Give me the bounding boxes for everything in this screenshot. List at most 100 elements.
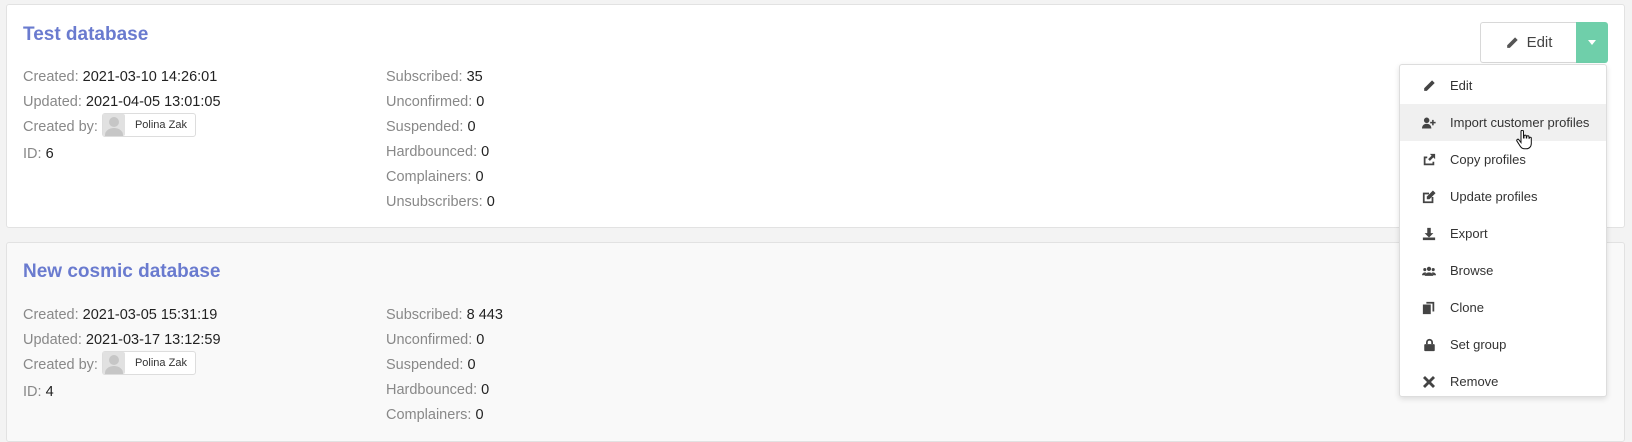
id-value: 4: [45, 384, 54, 400]
edit-square-icon: [1422, 189, 1436, 204]
edit-button[interactable]: Edit: [1480, 22, 1576, 63]
complainers-row: Complainers: 0: [386, 165, 495, 190]
suspended-row: Suspended: 0: [386, 115, 495, 140]
menu-item-clone[interactable]: Clone: [1400, 289, 1606, 326]
stats-column: Subscribed: 35 Unconfirmed: 0 Suspended:…: [386, 65, 495, 215]
menu-item-export[interactable]: Export: [1400, 215, 1606, 252]
menu-item-label: Browse: [1450, 263, 1494, 278]
database-card: New cosmic database Created: 2021-03-05 …: [6, 242, 1625, 442]
actions-dropdown-menu: Edit Import customer profiles Copy profi…: [1399, 64, 1607, 397]
menu-item-label: Export: [1450, 226, 1488, 241]
created-row: Created: 2021-03-05 15:31:19: [23, 303, 221, 328]
stats-column: Subscribed: 8 443 Unconfirmed: 0 Suspend…: [386, 303, 503, 428]
suspended-row: Suspended: 0: [386, 353, 503, 378]
id-label: ID:: [23, 384, 42, 400]
avatar: [102, 352, 125, 375]
created-by-label: Created by:: [23, 119, 98, 135]
user-plus-icon: [1422, 116, 1436, 130]
user-chip[interactable]: Polina Zak: [101, 113, 196, 138]
hardbounced-row: Hardbounced: 0: [386, 378, 503, 403]
unconfirmed-value: 0: [476, 332, 485, 348]
database-title[interactable]: New cosmic database: [23, 261, 220, 283]
dropdown-toggle-button[interactable]: [1576, 22, 1608, 63]
created-value: 2021-03-05 15:31:19: [82, 307, 218, 323]
id-label: ID:: [23, 146, 42, 162]
user-chip[interactable]: Polina Zak: [101, 351, 196, 376]
menu-item-set-group[interactable]: Set group: [1400, 326, 1606, 363]
created-row: Created: 2021-03-10 14:26:01: [23, 65, 221, 90]
avatar: [102, 114, 125, 137]
menu-item-remove[interactable]: Remove: [1400, 363, 1606, 400]
share-icon: [1422, 153, 1436, 167]
hardbounced-row: Hardbounced: 0: [386, 140, 495, 165]
subscribed-label: Subscribed:: [386, 307, 463, 323]
caret-down-icon: [1588, 40, 1596, 45]
copy-icon: [1422, 301, 1436, 315]
created-value: 2021-03-10 14:26:01: [82, 69, 218, 85]
unconfirmed-row: Unconfirmed: 0: [386, 328, 503, 353]
updated-row: Updated: 2021-04-05 13:01:05: [23, 90, 221, 115]
created-by-label: Created by:: [23, 357, 98, 373]
unsubscribers-label: Unsubscribers:: [386, 194, 483, 210]
complainers-label: Complainers:: [386, 169, 472, 185]
menu-item-label: Clone: [1450, 300, 1484, 315]
download-icon: [1422, 227, 1436, 241]
meta-column: Created: 2021-03-10 14:26:01 Updated: 20…: [23, 65, 221, 167]
created-by-row: Created by: Polina Zak: [23, 351, 221, 378]
updated-row: Updated: 2021-03-17 13:12:59: [23, 328, 221, 353]
menu-item-copy-profiles[interactable]: Copy profiles: [1400, 141, 1606, 178]
suspended-value: 0: [467, 119, 476, 135]
id-row: ID: 4: [23, 380, 221, 405]
created-by-row: Created by: Polina Zak: [23, 113, 221, 140]
times-icon: [1422, 375, 1436, 389]
edit-button-group: Edit: [1480, 22, 1608, 63]
unconfirmed-label: Unconfirmed:: [386, 94, 473, 110]
menu-item-label: Remove: [1450, 374, 1499, 389]
subscribed-label: Subscribed:: [386, 69, 463, 85]
menu-item-label: Set group: [1450, 337, 1507, 352]
pencil-icon: [1506, 36, 1518, 48]
hardbounced-label: Hardbounced:: [386, 382, 478, 398]
suspended-label: Suspended:: [386, 357, 464, 373]
subscribed-row: Subscribed: 35: [386, 65, 495, 90]
unconfirmed-row: Unconfirmed: 0: [386, 90, 495, 115]
edit-button-label: Edit: [1526, 34, 1553, 51]
menu-item-label: Edit: [1450, 78, 1473, 93]
updated-label: Updated:: [23, 94, 82, 110]
database-title[interactable]: Test database: [23, 24, 148, 46]
id-value: 6: [45, 146, 54, 162]
meta-column: Created: 2021-03-05 15:31:19 Updated: 20…: [23, 303, 221, 405]
lock-icon: [1422, 338, 1436, 352]
subscribed-value: 8 443: [466, 307, 503, 323]
complainers-label: Complainers:: [386, 407, 472, 423]
unconfirmed-value: 0: [476, 94, 485, 110]
updated-value: 2021-03-17 13:12:59: [85, 332, 221, 348]
menu-item-browse[interactable]: Browse: [1400, 252, 1606, 289]
pencil-icon: [1422, 79, 1436, 93]
menu-item-edit[interactable]: Edit: [1400, 67, 1606, 104]
menu-item-import-customer-profiles[interactable]: Import customer profiles: [1400, 104, 1606, 141]
created-label: Created:: [23, 307, 79, 323]
suspended-label: Suspended:: [386, 119, 464, 135]
unsubscribers-row: Unsubscribers: 0: [386, 190, 495, 215]
updated-value: 2021-04-05 13:01:05: [85, 94, 221, 110]
hand-pointer-cursor-icon: [1516, 130, 1532, 150]
hardbounced-value: 0: [481, 382, 490, 398]
suspended-value: 0: [467, 357, 476, 373]
complainers-value: 0: [475, 169, 484, 185]
menu-item-label: Update profiles: [1450, 189, 1538, 204]
user-name: Polina Zak: [134, 356, 187, 369]
id-row: ID: 6: [23, 142, 221, 167]
created-label: Created:: [23, 69, 79, 85]
unconfirmed-label: Unconfirmed:: [386, 332, 473, 348]
subscribed-value: 35: [466, 69, 483, 85]
menu-item-update-profiles[interactable]: Update profiles: [1400, 178, 1606, 215]
menu-item-label: Copy profiles: [1450, 152, 1526, 167]
complainers-row: Complainers: 0: [386, 403, 503, 428]
unsubscribers-value: 0: [486, 194, 495, 210]
subscribed-row: Subscribed: 8 443: [386, 303, 503, 328]
updated-label: Updated:: [23, 332, 82, 348]
menu-item-label: Import customer profiles: [1450, 115, 1590, 130]
database-card: Test database Created: 2021-03-10 14:26:…: [6, 4, 1625, 228]
hardbounced-value: 0: [481, 144, 490, 160]
